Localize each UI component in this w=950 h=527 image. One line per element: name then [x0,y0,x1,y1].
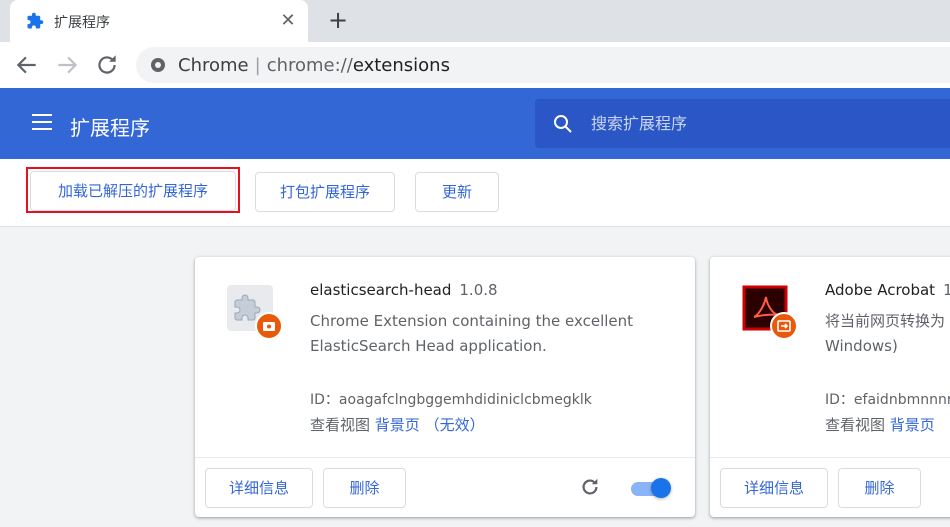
extension-version: 1 [943,281,950,299]
extension-description: 将当前网页转换为 Windows) [825,312,946,355]
update-button[interactable]: 更新 [415,172,499,212]
background-page-link[interactable]: 背景页 [375,416,420,434]
extension-description: Chrome Extension containing the excellen… [310,312,634,355]
card-footer: 详细信息 删除 [195,457,695,517]
menu-icon[interactable] [32,114,52,130]
details-button[interactable]: 详细信息 [205,468,313,508]
inspect-views: 查看视图 背景页 [825,414,935,435]
extensions-header: 扩展程序 [0,88,950,159]
tab-extensions[interactable]: 扩展程序 ✕ [10,0,308,42]
address-text: Chrome | chrome://extensions [178,55,450,76]
extension-title: elasticsearch-head [310,281,452,299]
views-label: 查看视图 [310,416,371,434]
id-value: aoagafclngbggemhdidiniclcbmegklk [338,392,592,408]
tab-title: 扩展程序 [54,15,110,31]
tab-close-icon[interactable]: ✕ [278,11,298,31]
extension-id: ID：efaidnbmnnnn [825,389,950,409]
puzzle-icon [27,12,44,29]
pack-extension-button[interactable]: 打包扩展程序 [255,172,395,212]
url-path: extensions [352,55,450,76]
id-label: ID： [825,392,854,408]
unpacked-badge-icon [770,312,798,340]
chrome-logo-icon [151,58,165,72]
search-icon [554,115,572,133]
browser-toolbar: Chrome | chrome://extensions [0,42,950,88]
remove-button[interactable]: 删除 [323,468,406,508]
unpacked-badge-icon [255,312,283,340]
new-tab-button[interactable]: + [326,8,350,32]
address-bar[interactable]: Chrome | chrome://extensions [136,47,950,83]
extension-id: ID：aoagafclngbggemhdidiniclcbmegklk [310,389,592,409]
extension-card: Adobe Acrobat 1 将当前网页转换为 Windows) ID：efai… [710,257,950,517]
details-button[interactable]: 详细信息 [720,468,828,508]
load-unpacked-button[interactable]: 加载已解压的扩展程序 [30,171,236,211]
extension-name: elasticsearch-head 1.0.8 [310,281,498,299]
enable-toggle[interactable] [631,478,671,498]
remove-button[interactable]: 删除 [838,468,921,508]
back-arrow-icon[interactable] [14,52,40,78]
card-footer: 详细信息 删除 [710,457,950,517]
extension-title: Adobe Acrobat [825,281,936,299]
inspect-views: 查看视图 背景页 （无效） [310,414,485,435]
search-box[interactable] [535,99,950,148]
search-input[interactable] [591,109,931,137]
toggle-knob [651,478,671,498]
tab-strip: 扩展程序 ✕ + [0,0,950,42]
background-page-link[interactable]: 背景页 [890,416,935,434]
extension-name: Adobe Acrobat 1 [825,281,950,299]
reload-extension-icon[interactable] [579,476,601,498]
page-title: 扩展程序 [70,116,150,140]
reload-icon[interactable] [94,52,120,78]
url-scheme: chrome:// [266,55,353,76]
id-value: efaidnbmnnnn [853,392,950,408]
extension-version: 1.0.8 [459,281,498,299]
developer-toolbar: 加载已解压的扩展程序 打包扩展程序 更新 [0,159,950,227]
site-chip-label: Chrome [178,55,249,76]
id-label: ID： [310,392,339,408]
extension-card: elasticsearch-head 1.0.8 Chrome Extension… [195,257,695,517]
inactive-status: （无效） [424,416,485,434]
forward-arrow-icon[interactable] [54,52,80,78]
views-label: 查看视图 [825,416,886,434]
